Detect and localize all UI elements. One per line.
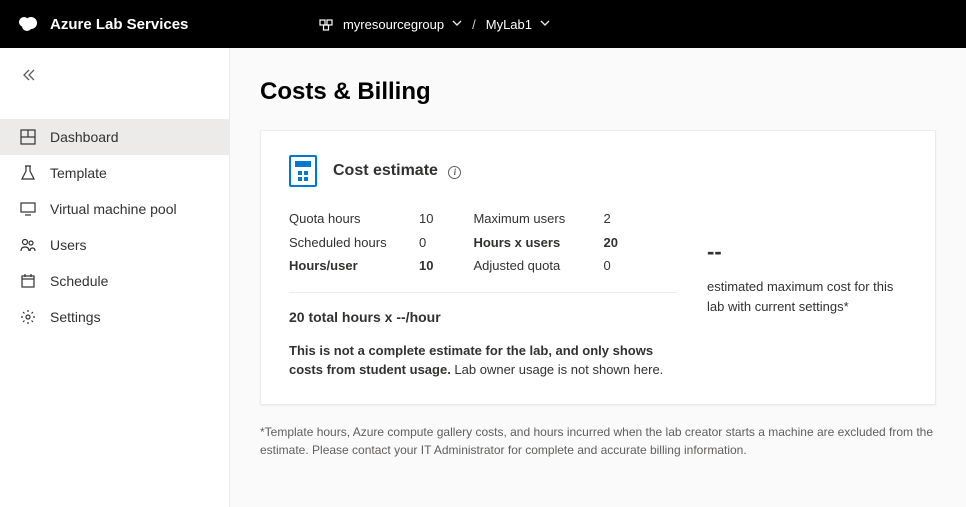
app-logo-section[interactable]: Azure Lab Services	[16, 12, 188, 36]
stat-label-hours-x-users: Hours x users	[473, 233, 583, 253]
sidebar-item-schedule[interactable]: Schedule	[0, 263, 229, 299]
azure-logo-icon	[16, 12, 40, 36]
sidebar-item-label: Settings	[50, 309, 101, 325]
stat-value-scheduled-hours: 0	[419, 233, 426, 253]
cost-estimate-card: Cost estimate i Quota hours 10 Scheduled …	[260, 130, 936, 405]
sidebar-item-template[interactable]: Template	[0, 155, 229, 191]
stat-label-quota-hours: Quota hours	[289, 209, 399, 229]
chevron-down-icon	[540, 18, 550, 31]
monitor-icon	[20, 201, 36, 217]
sidebar-item-label: Users	[50, 237, 87, 253]
resource-group-icon	[319, 16, 335, 32]
sidebar: Dashboard Template Virtual machine pool …	[0, 48, 230, 507]
cost-disclaimer: This is not a complete estimate for the …	[289, 341, 677, 380]
page-title: Costs & Billing	[260, 78, 936, 106]
content-area: Costs & Billing Cost estimate i	[230, 48, 966, 507]
sidebar-item-label: Schedule	[50, 273, 108, 289]
divider	[289, 292, 677, 293]
stat-value-hours-x-users: 20	[603, 233, 617, 253]
stat-label-max-users: Maximum users	[473, 209, 583, 229]
sidebar-collapse-button[interactable]	[0, 56, 229, 99]
breadcrumb-resource-group[interactable]: myresourcegroup	[319, 16, 462, 32]
users-icon	[20, 237, 36, 253]
estimate-value: --	[707, 239, 907, 265]
app-name: Azure Lab Services	[50, 16, 188, 33]
sidebar-item-label: Template	[50, 165, 107, 181]
top-bar: Azure Lab Services myresourcegroup / MyL…	[0, 0, 966, 48]
stat-value-quota-hours: 10	[419, 209, 433, 229]
breadcrumb-rg-label: myresourcegroup	[343, 17, 444, 32]
chevron-down-icon	[452, 18, 462, 31]
calendar-icon	[20, 273, 36, 289]
stat-value-hours-per-user: 10	[419, 256, 433, 276]
footnote: *Template hours, Azure compute gallery c…	[260, 423, 936, 459]
stat-label-adjusted-quota: Adjusted quota	[473, 256, 583, 276]
card-title: Cost estimate i	[333, 162, 461, 180]
stat-value-adjusted-quota: 0	[603, 256, 610, 276]
sidebar-item-label: Virtual machine pool	[50, 201, 177, 217]
sidebar-item-settings[interactable]: Settings	[0, 299, 229, 335]
breadcrumb: myresourcegroup / MyLab1	[319, 16, 550, 32]
stat-value-max-users: 2	[603, 209, 610, 229]
sidebar-item-users[interactable]: Users	[0, 227, 229, 263]
breadcrumb-lab[interactable]: MyLab1	[486, 17, 550, 32]
sidebar-item-label: Dashboard	[50, 129, 119, 145]
breadcrumb-separator: /	[472, 17, 476, 32]
stat-label-hours-per-user: Hours/user	[289, 256, 399, 276]
calculator-icon	[289, 155, 317, 187]
sidebar-item-vm-pool[interactable]: Virtual machine pool	[0, 191, 229, 227]
gear-icon	[20, 309, 36, 325]
stat-label-scheduled-hours: Scheduled hours	[289, 233, 399, 253]
estimate-description: estimated maximum cost for this lab with…	[707, 277, 907, 316]
breadcrumb-lab-label: MyLab1	[486, 17, 532, 32]
info-icon[interactable]: i	[448, 166, 461, 179]
sidebar-item-dashboard[interactable]: Dashboard	[0, 119, 229, 155]
flask-icon	[20, 165, 36, 181]
cost-summary-line: 20 total hours x --/hour	[289, 309, 677, 325]
dashboard-icon	[20, 129, 36, 145]
